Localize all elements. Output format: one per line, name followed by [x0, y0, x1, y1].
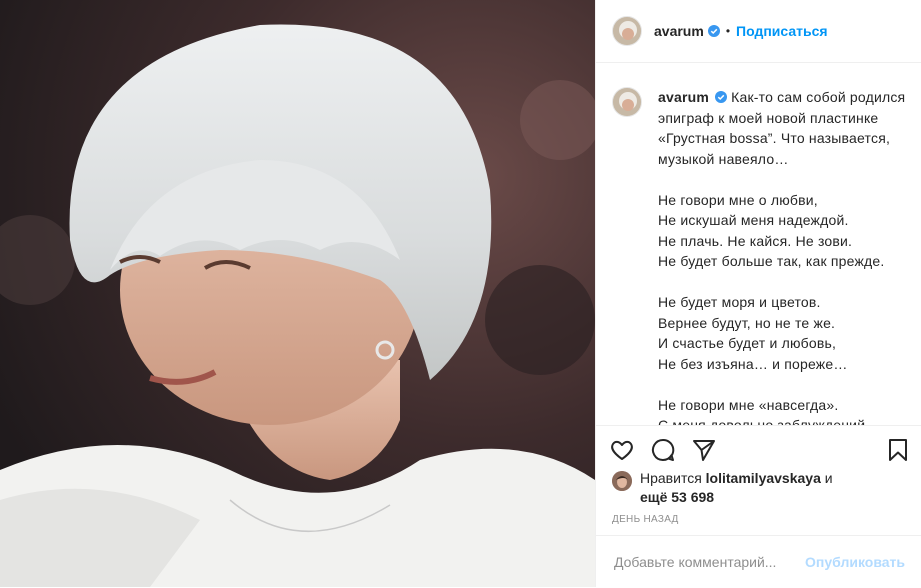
comment-bar: Опубликовать	[596, 535, 921, 588]
post-timestamp[interactable]: День назад	[612, 514, 679, 525]
verified-badge-icon	[715, 91, 728, 103]
avatar[interactable]	[612, 16, 642, 46]
share-button[interactable]	[690, 436, 718, 464]
comment-button[interactable]	[649, 436, 677, 464]
liker-avatar[interactable]	[612, 471, 632, 491]
post-header: avarum • Подписаться	[596, 0, 921, 63]
avatar-image	[612, 471, 632, 491]
follow-button[interactable]: Подписаться	[736, 23, 828, 39]
caption-scroll-area[interactable]: avarum Как-то сам собой родился эпиграф …	[596, 63, 921, 425]
publish-button[interactable]: Опубликовать	[805, 554, 905, 570]
likes-count[interactable]: ещё 53 698	[640, 489, 714, 505]
verified-badge-icon	[707, 25, 720, 37]
likes-prefix: Нравится	[640, 470, 702, 486]
caption-avatar[interactable]	[612, 87, 642, 117]
portrait-image	[0, 0, 595, 587]
paper-plane-icon	[693, 440, 715, 461]
caption-body: Как-то сам собой родился эпиграф к моей …	[658, 89, 906, 425]
save-button[interactable]	[884, 436, 912, 464]
header-username[interactable]: avarum	[654, 23, 704, 39]
caption-text: avarum Как-то сам собой родился эпиграф …	[658, 87, 912, 425]
avatar-image	[613, 17, 641, 45]
avatar-image	[613, 88, 641, 116]
caption-comment: avarum Как-то сам собой родился эпиграф …	[612, 87, 912, 425]
caption-username[interactable]: avarum	[658, 89, 709, 105]
post-photo[interactable]	[0, 0, 595, 587]
like-button[interactable]	[608, 436, 636, 464]
likes-and: и	[824, 470, 833, 486]
post-side-panel: avarum • Подписаться avarum Как-то сам с…	[595, 0, 921, 587]
bookmark-icon	[889, 439, 907, 461]
separator-dot: •	[725, 24, 731, 38]
comment-icon	[651, 438, 675, 461]
heart-icon	[611, 440, 633, 460]
likes-username[interactable]: lolitamilyavskaya	[706, 470, 821, 486]
likes-summary: Нравится lolitamilyavskaya и ещё 53 698	[612, 469, 912, 507]
comment-input[interactable]	[612, 553, 806, 571]
action-bar	[596, 425, 921, 472]
